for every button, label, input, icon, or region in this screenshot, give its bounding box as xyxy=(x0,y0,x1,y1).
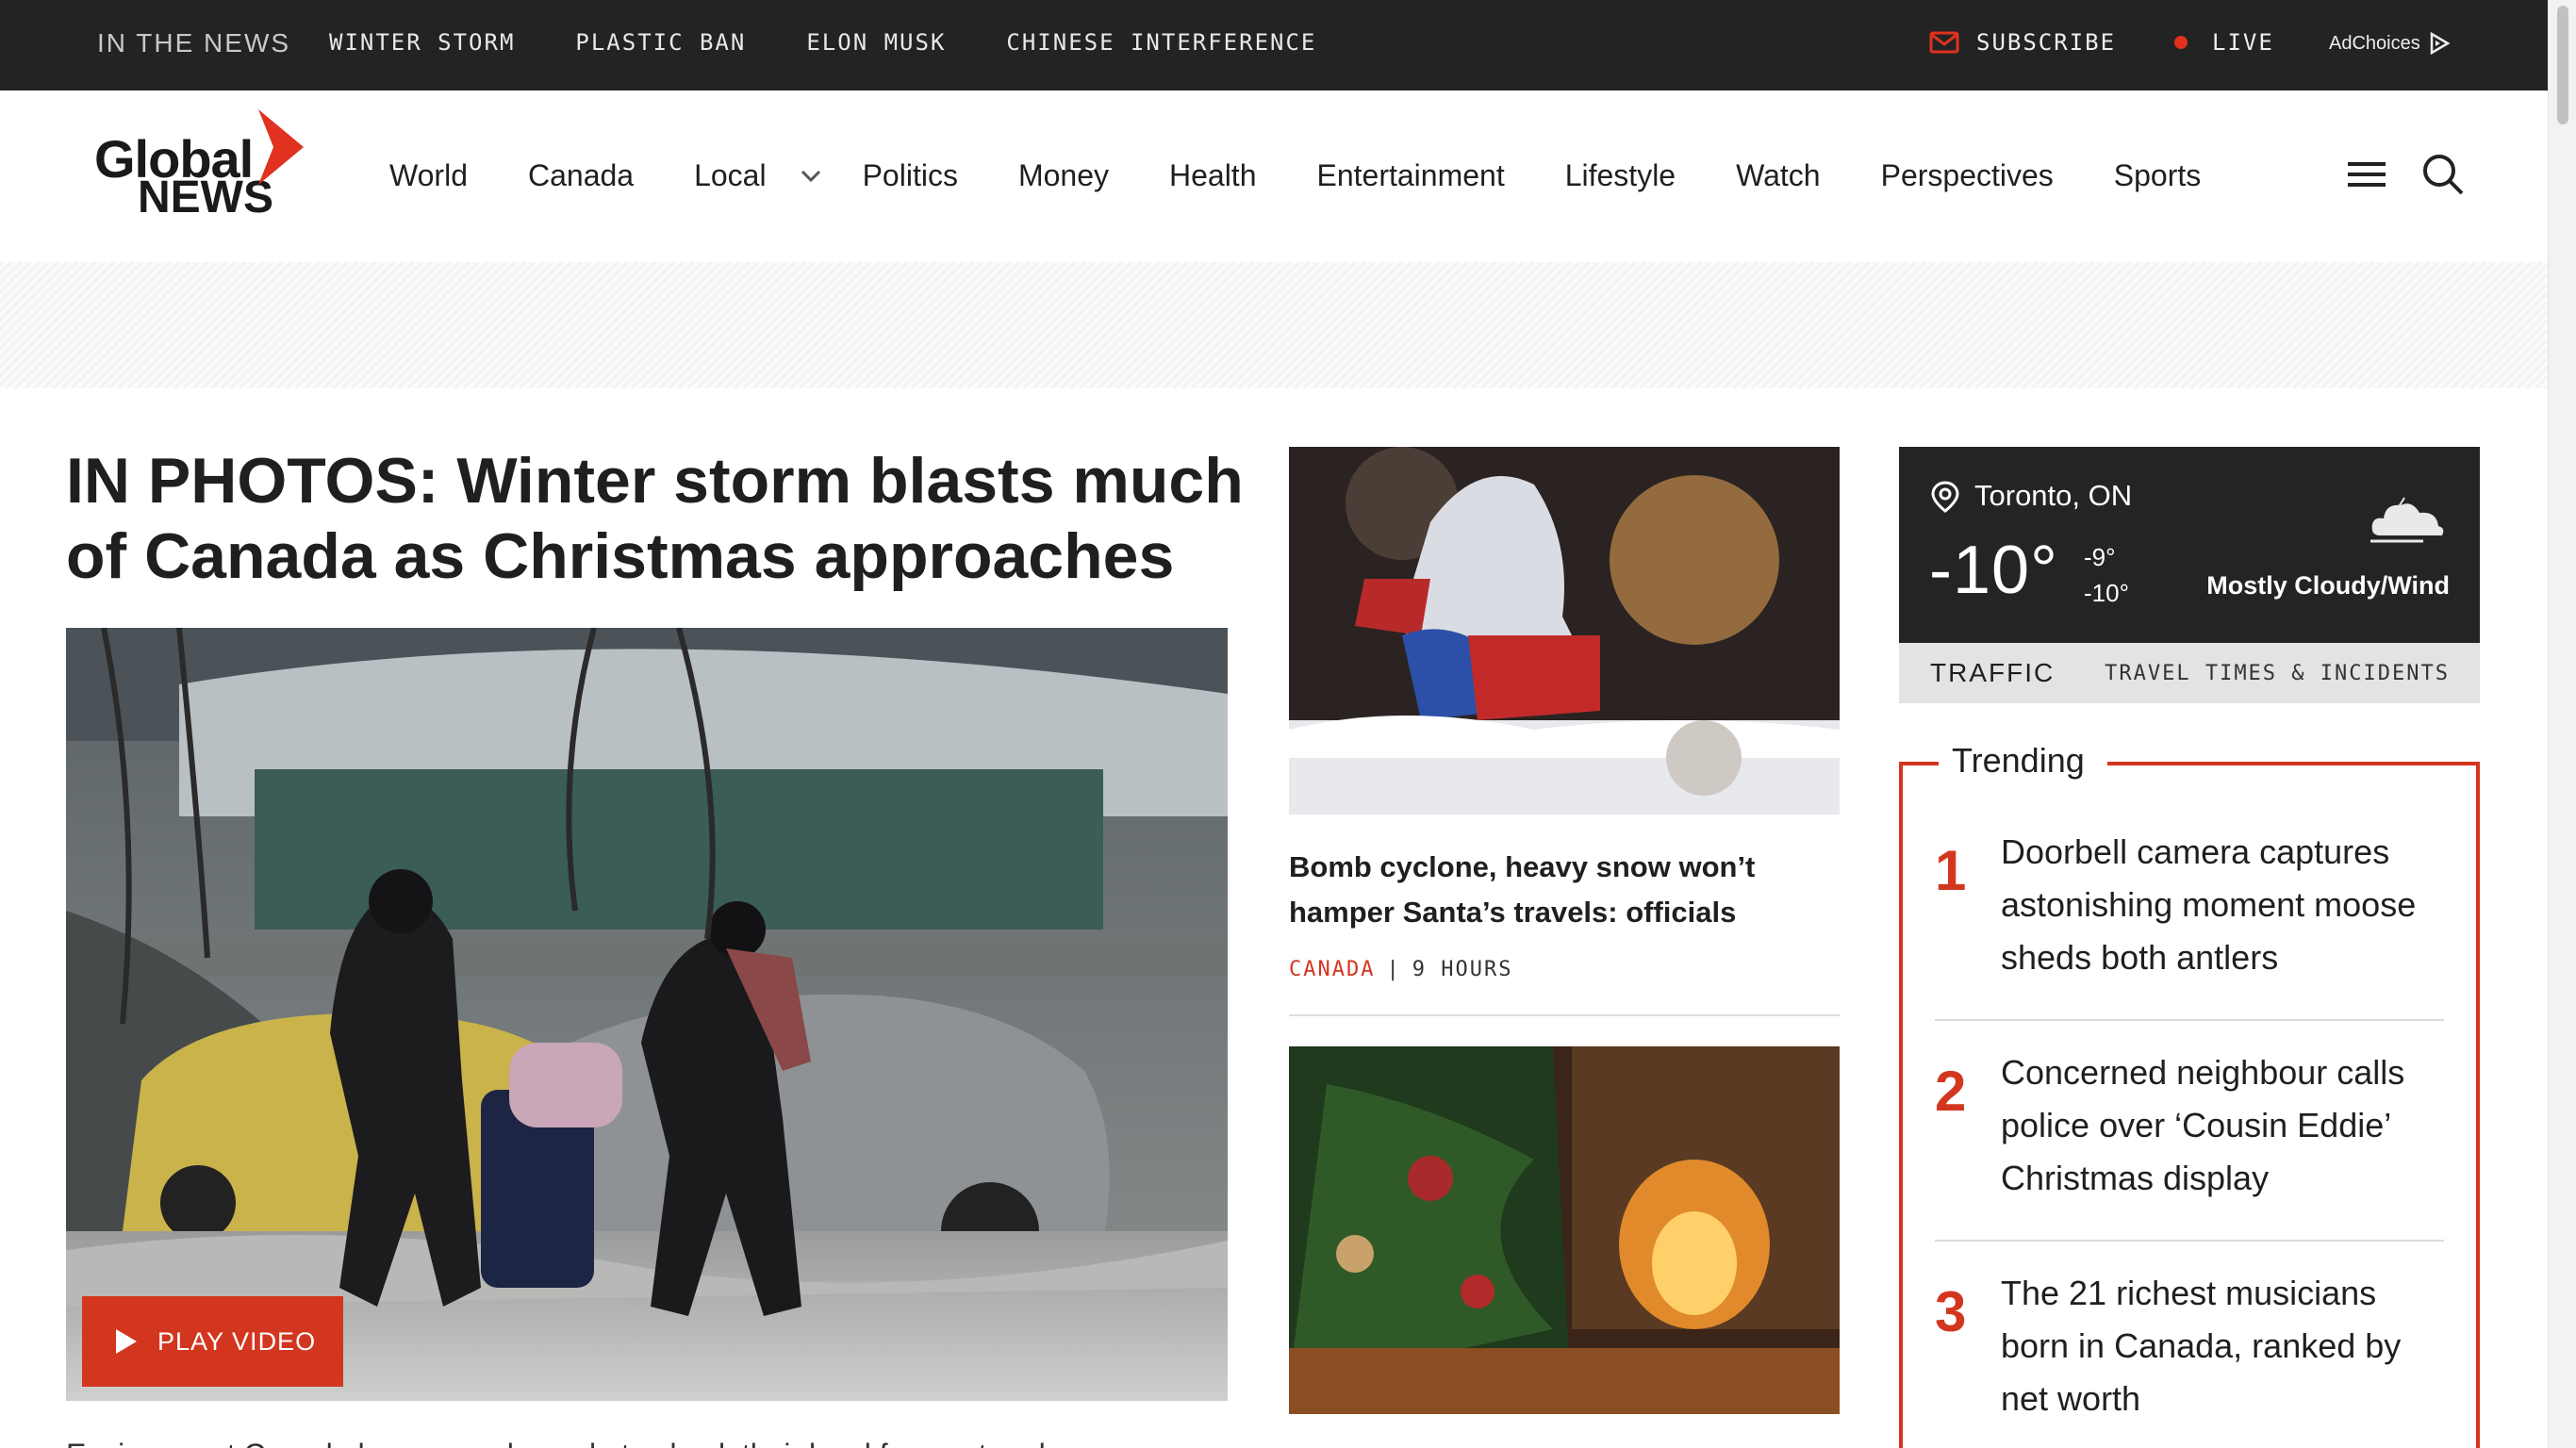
meta-separator: | xyxy=(1386,958,1401,981)
lead-excerpt-text: Environment Canada has warned people to … xyxy=(66,1436,1228,1448)
location-pin-icon xyxy=(1931,481,1959,513)
in-the-news-label: IN THE NEWS xyxy=(97,28,291,58)
trending-headline[interactable]: Concerned neighbour calls police over ‘C… xyxy=(2001,1046,2444,1205)
trending-title: Trending xyxy=(1939,741,2107,781)
trending-rank: 1 xyxy=(1935,839,1967,902)
adchoices-label: AdChoices xyxy=(2329,32,2420,54)
lead-headline[interactable]: IN PHOTOS: Winter storm blasts much of C… xyxy=(66,443,1254,594)
trending-headline[interactable]: The 21 richest musicians born in Canada,… xyxy=(2001,1267,2444,1425)
logo-arrow-icon xyxy=(258,109,304,185)
trending-topics: WINTER STORM PLASTIC BAN ELON MUSK CHINE… xyxy=(329,29,1377,56)
trending-rank: 3 xyxy=(1935,1280,1967,1343)
divider xyxy=(1289,1014,1840,1016)
trending-item[interactable]: 2 Concerned neighbour calls police over … xyxy=(1935,1046,2444,1205)
page-scrollbar[interactable] xyxy=(2548,0,2576,1448)
story-photo-santa[interactable] xyxy=(1289,447,1840,814)
scrollbar-thumb[interactable] xyxy=(2557,6,2568,124)
nav-politics[interactable]: Politics xyxy=(863,158,958,193)
lead-excerpt: Environment Canada has warned people to … xyxy=(66,1428,1228,1448)
topic-link[interactable]: CHINESE INTERFERENCE xyxy=(1006,29,1316,56)
nav-local[interactable]: Local xyxy=(694,158,820,193)
nav-watch[interactable]: Watch xyxy=(1736,158,1821,193)
adchoices-icon xyxy=(2430,32,2451,55)
traffic-label: TRAFFIC xyxy=(1930,658,2056,687)
topic-link[interactable]: ELON MUSK xyxy=(806,29,946,56)
play-icon xyxy=(116,1329,137,1354)
nav-local-label: Local xyxy=(694,158,767,192)
topic-link[interactable]: PLASTIC BAN xyxy=(575,29,746,56)
story-category-link[interactable]: CANADA xyxy=(1289,958,1375,981)
lead-photo-image xyxy=(66,628,1228,1401)
mail-icon xyxy=(1929,31,1959,54)
traffic-bar[interactable]: TRAFFIC TRAVEL TIMES & INCIDENTS xyxy=(1899,643,2480,703)
trending-item[interactable]: 3 The 21 richest musicians born in Canad… xyxy=(1935,1267,2444,1425)
story-meta: CANADA | 9 HOURS xyxy=(1289,958,1512,981)
trending-item[interactable]: 1 Doorbell camera captures astonishing m… xyxy=(1935,826,2444,984)
main-nav: World Canada Local Politics Money Health… xyxy=(389,158,2261,193)
tree-photo-image xyxy=(1289,1046,1840,1414)
nav-canada[interactable]: Canada xyxy=(528,158,634,193)
nav-entertainment[interactable]: Entertainment xyxy=(1316,158,1504,193)
story-headline[interactable]: Bomb cyclone, heavy snow won’t hamper Sa… xyxy=(1289,845,1840,935)
story-age: 9 HOURS xyxy=(1412,958,1513,981)
logo-text-news: NEWS xyxy=(138,173,273,222)
search-icon[interactable] xyxy=(2421,153,2465,196)
nav-health[interactable]: Health xyxy=(1169,158,1257,193)
nav-sports[interactable]: Sports xyxy=(2114,158,2201,193)
divider xyxy=(1935,1019,2444,1021)
weather-low: -10° xyxy=(2084,579,2129,607)
play-video-label: PLAY VIDEO xyxy=(157,1326,317,1356)
lead-photo[interactable]: PLAY VIDEO xyxy=(66,628,1228,1401)
nav-money[interactable]: Money xyxy=(1018,158,1109,193)
cloudy-wind-icon xyxy=(2370,497,2444,543)
site-header: Global NEWS World Canada Local Politics … xyxy=(0,90,2548,262)
trending-rank: 2 xyxy=(1935,1060,1967,1123)
trending-headline[interactable]: Doorbell camera captures astonishing mom… xyxy=(2001,826,2444,984)
weather-city: Toronto, ON xyxy=(1974,479,2133,512)
subscribe-link[interactable]: SUBSCRIBE xyxy=(1929,29,2116,56)
live-dot-icon xyxy=(2174,36,2188,49)
chevron-down-icon xyxy=(801,170,820,182)
global-news-logo[interactable]: Global NEWS xyxy=(94,109,304,232)
adchoices-link[interactable]: AdChoices xyxy=(2329,32,2451,55)
play-video-button[interactable]: PLAY VIDEO xyxy=(82,1296,343,1387)
topic-link[interactable]: WINTER STORM xyxy=(329,29,515,56)
santa-photo-image xyxy=(1289,447,1840,814)
weather-widget[interactable]: Toronto, ON -10° -9° -10° Mostly Cloudy/… xyxy=(1899,447,2480,643)
live-label: LIVE xyxy=(2212,29,2274,56)
subscribe-label: SUBSCRIBE xyxy=(1976,29,2117,56)
weather-condition: Mostly Cloudy/Wind xyxy=(2206,571,2450,600)
top-news-bar: IN THE NEWS WINTER STORM PLASTIC BAN ELO… xyxy=(0,0,2548,90)
weather-high: -9° xyxy=(2084,543,2116,571)
hamburger-menu-icon[interactable] xyxy=(2348,160,2386,189)
nav-perspectives[interactable]: Perspectives xyxy=(1881,158,2054,193)
story-photo-tree[interactable] xyxy=(1289,1046,1840,1414)
nav-lifestyle[interactable]: Lifestyle xyxy=(1565,158,1676,193)
ad-placeholder xyxy=(0,262,2548,388)
divider xyxy=(1935,1240,2444,1242)
weather-temp: -10° xyxy=(1929,533,2058,608)
traffic-subtitle: TRAVEL TIMES & INCIDENTS xyxy=(2105,661,2450,685)
nav-world[interactable]: World xyxy=(389,158,468,193)
live-link[interactable]: LIVE xyxy=(2174,29,2274,56)
